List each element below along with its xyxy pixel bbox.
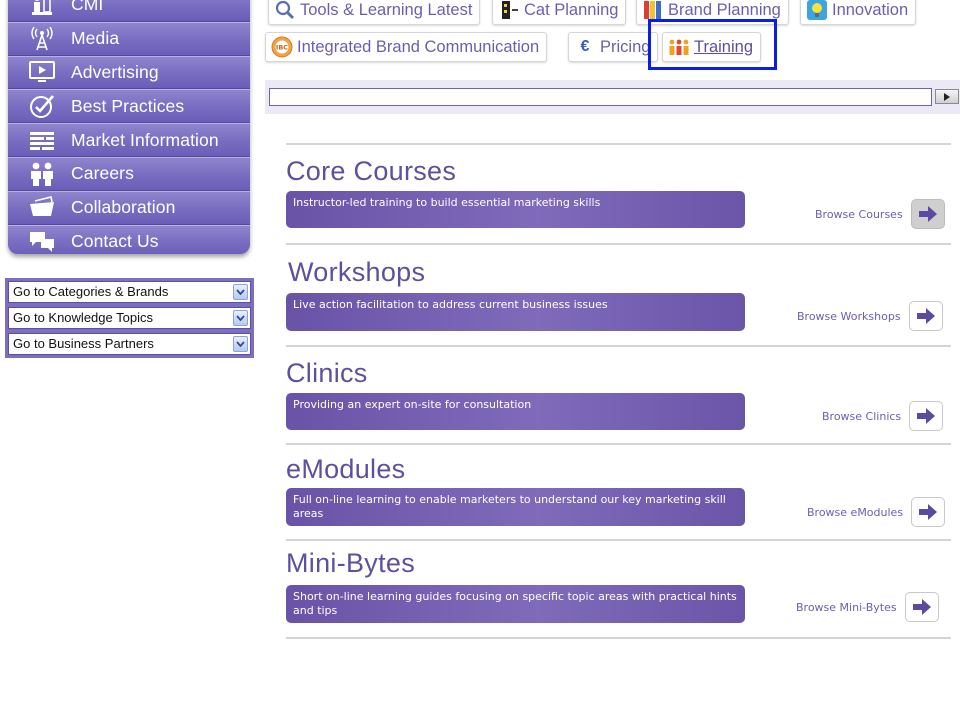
section-description: Instructor-led training to build essenti… [286,191,745,228]
monitor-play-icon [28,59,56,85]
chess-pieces-icon [28,0,56,18]
section-divider [286,443,951,445]
tab-training[interactable]: Training [662,32,761,62]
tab-label: Pricing [600,37,651,56]
chat-bubbles-icon [28,228,56,254]
browse-workshops-link[interactable]: Browse Workshops [797,301,943,331]
select-value: Go to Business Partners [13,336,154,351]
select-value: Go to Knowledge Topics [13,310,153,325]
section-description: Short on-line learning guides focusing o… [286,585,745,623]
arrow-right-icon [916,308,935,324]
tab-label: Cat Planning [524,0,619,19]
search-bar [265,80,960,114]
select-value: Go to Categories & Brands [13,284,169,299]
browse-workshops-button[interactable] [908,301,943,331]
play-arrow-icon [944,92,950,101]
browse-label: Browse Courses [815,207,903,221]
color-bars-icon [642,0,664,21]
section-divider [286,539,951,541]
section-title-emodules: eModules [286,454,406,484]
tab-brand-planning[interactable]: Brand Planning [636,0,789,25]
tab-cat-planning[interactable]: Cat Planning [492,0,627,25]
section-title-clinics: Clinics [286,358,368,388]
list-lines-icon [28,127,56,153]
sidebar-item-contact-us[interactable]: Contact Us [8,224,250,254]
section-description: Full on-line learning to enable marketer… [286,488,745,526]
arrow-right-icon [917,408,936,424]
browse-label: Browse Workshops [797,309,901,323]
checkmark-badge-icon [28,93,56,119]
sidebar-item-advertising[interactable]: Advertising [8,55,250,90]
cat-planning-icon [498,0,520,21]
sidebar-item-collaboration[interactable]: Collaboration [8,190,250,225]
browse-courses-link[interactable]: Browse Courses [815,199,945,229]
chevron-down-icon[interactable] [233,284,248,300]
ibc-badge-icon: IBC [271,36,293,58]
folder-icon [28,195,56,221]
sidebar-item-cmi[interactable]: CMI [8,0,250,22]
arrow-right-icon [919,504,938,520]
sidebar-item-label: Advertising [71,61,159,82]
chevron-down-icon[interactable] [233,310,248,326]
arrow-right-icon [918,206,937,222]
section-divider [286,637,951,639]
section-title-mini-bytes: Mini-Bytes [286,548,416,578]
sidebar-item-careers[interactable]: Careers [8,156,250,191]
goto-partners-select[interactable]: Go to Business Partners [8,333,251,355]
search-input[interactable] [269,88,932,106]
sidebar-item-label: Careers [71,163,134,184]
browse-clinics-button[interactable] [909,401,944,431]
people-group-icon [668,36,690,58]
section-title-core-courses: Core Courses [286,156,457,186]
sidebar-item-market-information[interactable]: Market Information [8,123,250,157]
tab-pricing[interactable]: € Pricing [568,32,659,62]
goto-categories-select[interactable]: Go to Categories & Brands [8,281,251,303]
sidebar-item-label: Media [71,28,120,49]
tab-label: Integrated Brand Communication [297,37,540,56]
browse-clinics-link[interactable]: Browse Clinics [822,401,944,431]
sidebar-item-label: CMI [71,0,104,15]
browse-emodules-link[interactable]: Browse eModules [807,497,946,527]
euro-icon: € [580,38,590,55]
tab-label: Tools & Learning Latest [300,0,473,19]
browse-label: Browse eModules [807,505,904,519]
tab-label: Training [694,37,753,56]
svg-text:IBC: IBC [276,44,288,52]
browse-label: Browse Clinics [822,409,902,423]
tab-integrated-brand-communication[interactable]: IBC Integrated Brand Communication [265,32,548,62]
tab-label: Brand Planning [668,0,781,19]
section-title-workshops: Workshops [288,257,426,287]
magnifier-icon [274,0,296,21]
section-description: Providing an expert on-site for consulta… [286,393,745,430]
browse-label: Browse Mini-Bytes [796,600,897,614]
section-divider [286,243,951,245]
sidebar-item-label: Contact Us [71,230,159,251]
browse-mini-bytes-link[interactable]: Browse Mini-Bytes [796,592,939,622]
browse-emodules-button[interactable] [911,497,946,527]
sidebar-item-label: Best Practices [71,95,185,116]
chevron-down-icon[interactable] [233,336,248,352]
browse-mini-bytes-button[interactable] [904,592,939,622]
tab-innovation[interactable]: Innovation [800,0,917,25]
sidebar-item-media[interactable]: Media [8,21,250,56]
broadcast-tower-icon [28,26,56,52]
sidebar-item-label: Market Information [71,129,219,150]
section-divider [286,143,951,145]
tab-label: Innovation [832,0,909,19]
section-divider [286,345,951,347]
goto-knowledge-select[interactable]: Go to Knowledge Topics [8,307,251,329]
section-description: Live action facilitation to address curr… [286,293,745,331]
browse-courses-button[interactable] [910,199,945,229]
search-go-button[interactable] [935,89,959,104]
tab-tools-learning-latest[interactable]: Tools & Learning Latest [268,0,481,25]
goto-select-group: Go to Categories & Brands Go to Knowledg… [5,278,254,358]
people-icon [28,161,56,187]
lightbulb-icon [806,0,828,21]
arrow-right-icon [912,599,931,615]
sidebar-item-label: Collaboration [71,197,176,218]
sidebar-item-best-practices[interactable]: Best Practices [8,89,250,124]
sidebar-nav: CMI Media Advertising Best Practices Mar… [8,0,250,254]
